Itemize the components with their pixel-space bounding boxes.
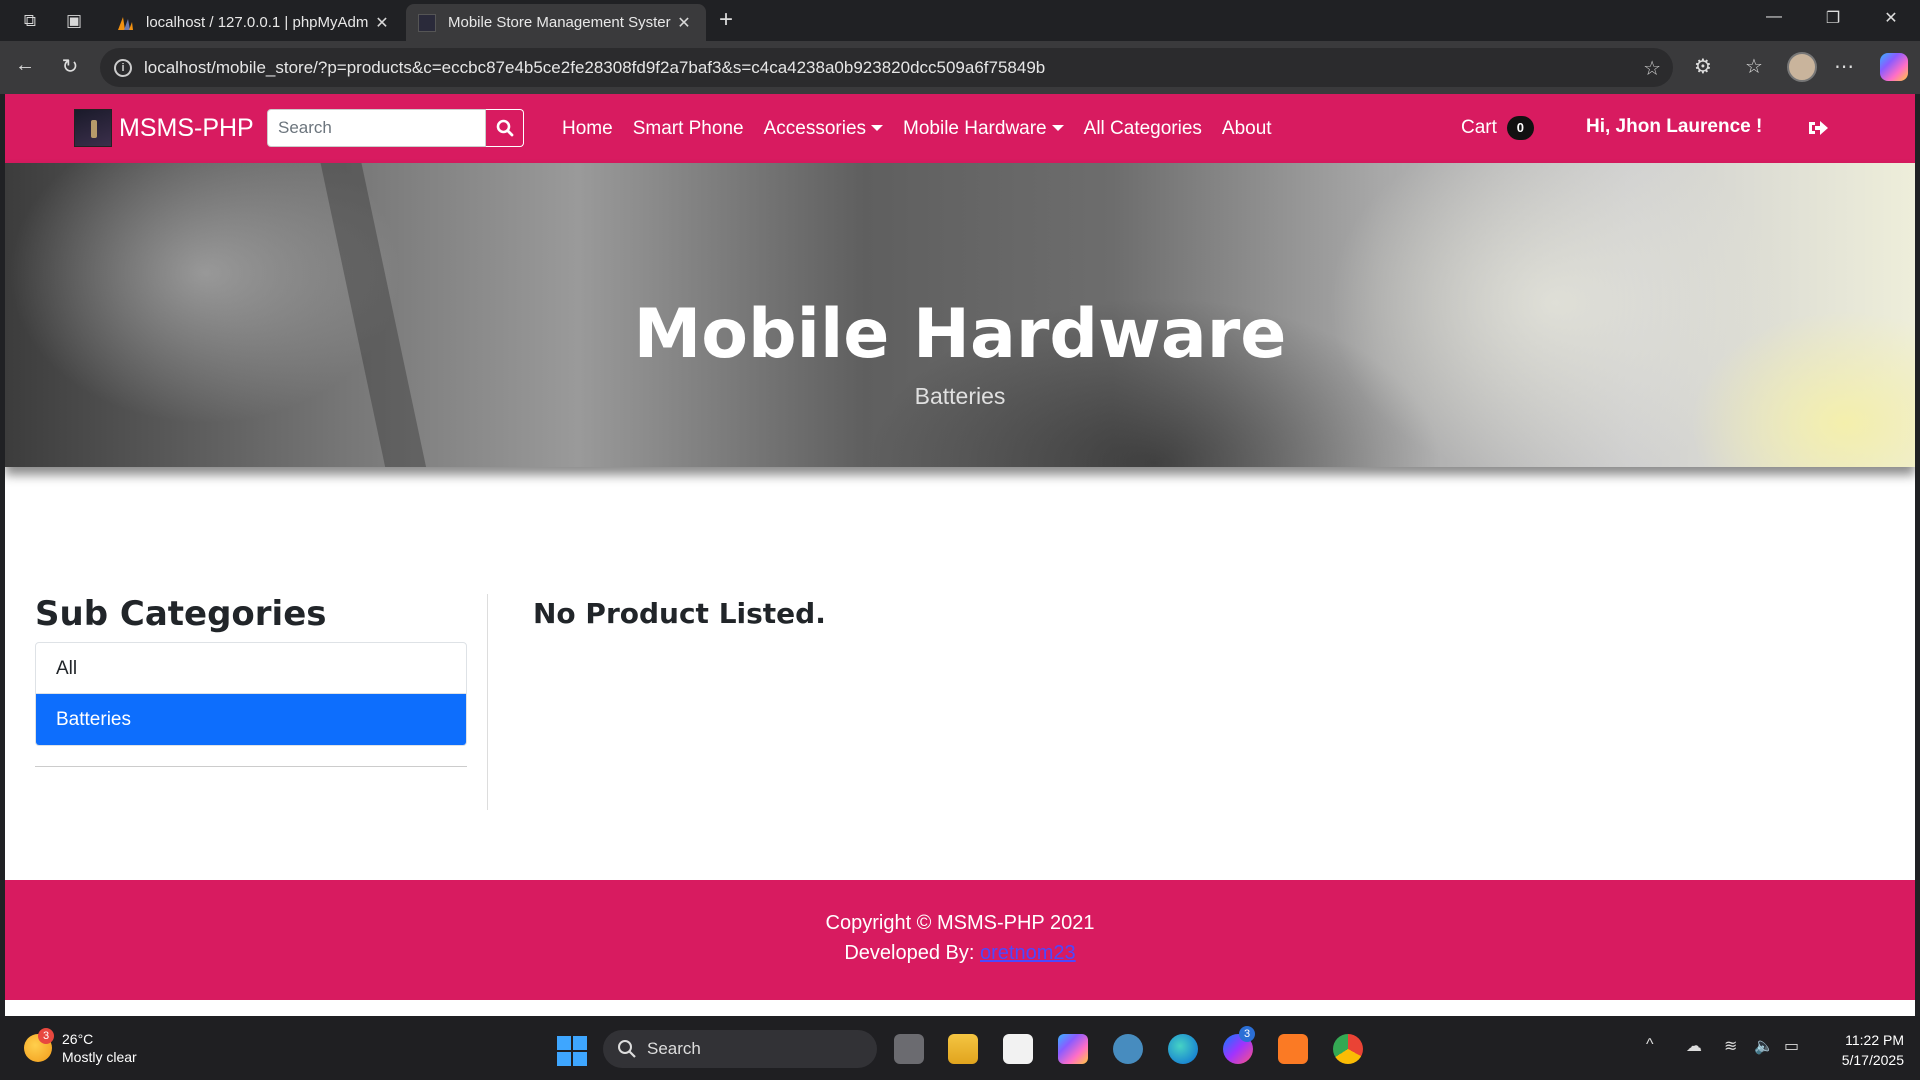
site-footer: Copyright © MSMS-PHP 2021 Developed By: … (5, 880, 1915, 1000)
sub-categories-panel: Sub Categories All Batteries (35, 594, 488, 810)
sub-category-batteries[interactable]: Batteries (36, 694, 466, 745)
godot-icon[interactable] (1113, 1034, 1143, 1064)
taskbar: 3 26°C Mostly clear Search 3 ^ ☁ ≋ 🔈 ▭ 1… (0, 1016, 1920, 1080)
tab-phpmyadmin[interactable]: localhost / 127.0.0.1 | phpMyAdm ✕ (104, 4, 404, 41)
profile-avatar[interactable] (1787, 52, 1817, 82)
browser-toolbar: ← ↻ i localhost/mobile_store/?p=products… (0, 41, 1920, 94)
wifi-icon[interactable]: ≋ (1724, 1036, 1737, 1056)
site-navbar: MSMS-PHP Home Smart Phone Accessories Mo… (5, 94, 1915, 163)
phpmyadmin-favicon-icon (118, 16, 133, 30)
onedrive-icon[interactable]: ☁ (1686, 1036, 1702, 1056)
developer-link[interactable]: oretnom23 (980, 942, 1076, 964)
page-subtitle: Batteries (914, 383, 1006, 409)
menu-label: Mobile Hardware (903, 117, 1047, 139)
sub-categories-list: All Batteries (35, 642, 467, 746)
menu-mobile-hardware[interactable]: Mobile Hardware (903, 118, 1064, 140)
weather-desc: Mostly clear (62, 1049, 137, 1065)
hero-banner: Mobile Hardware Batteries (5, 163, 1915, 467)
brand-name[interactable]: MSMS-PHP (119, 114, 254, 143)
url-text[interactable]: localhost/mobile_store/?p=products&c=ecc… (144, 58, 1045, 78)
menu-smart-phone[interactable]: Smart Phone (633, 118, 744, 140)
page-title: Mobile Hardware (633, 295, 1287, 374)
battery-icon[interactable]: ▭ (1784, 1036, 1799, 1056)
cart-link[interactable]: Cart 0 (1461, 116, 1534, 140)
copilot-icon[interactable] (1880, 53, 1908, 81)
close-window-icon[interactable]: ✕ (1876, 8, 1906, 28)
messenger-icon[interactable]: 3 (1223, 1026, 1255, 1064)
main-menu: Home Smart Phone Accessories Mobile Hard… (562, 94, 1292, 163)
developed-by-label: Developed By: (844, 942, 975, 964)
site-search (267, 109, 524, 147)
start-button[interactable] (557, 1036, 587, 1066)
web-page: MSMS-PHP Home Smart Phone Accessories Mo… (5, 94, 1915, 1016)
user-greeting[interactable]: Hi, Jhon Laurence ! (1586, 116, 1762, 138)
more-menu-icon[interactable]: ⋯ (1830, 54, 1858, 79)
weather-temp: 26°C (62, 1031, 94, 1047)
minimize-icon[interactable]: — (1759, 8, 1789, 26)
divider (35, 766, 467, 767)
volume-muted-icon[interactable]: 🔈 (1754, 1036, 1774, 1056)
favorites-icon[interactable]: ☆ (1740, 54, 1768, 79)
menu-label: Accessories (763, 117, 867, 139)
menu-about[interactable]: About (1222, 118, 1272, 140)
developer-line: Developed By: oretnom23 (5, 942, 1915, 965)
empty-products-message: No Product Listed. (533, 597, 826, 630)
weather-badge: 3 (38, 1028, 54, 1044)
clock-date: 5/17/2025 (1841, 1052, 1904, 1068)
reload-icon[interactable]: ↻ (56, 54, 84, 79)
weather-widget[interactable]: 3 26°C Mostly clear (24, 1028, 137, 1066)
new-tab-icon[interactable]: + (712, 6, 740, 34)
tab-title: localhost / 127.0.0.1 | phpMyAdm (146, 14, 369, 31)
chrome-icon[interactable] (1333, 1034, 1363, 1064)
back-icon[interactable]: ← (11, 54, 39, 77)
edge-browser-icon[interactable] (1168, 1034, 1198, 1064)
caret-down-icon (1051, 125, 1064, 132)
clock-time: 11:22 PM (1845, 1032, 1904, 1048)
copyright-text: Copyright © MSMS-PHP 2021 (825, 912, 1095, 934)
messenger-badge: 3 (1239, 1026, 1255, 1042)
logout-icon[interactable] (1807, 118, 1829, 138)
tab-title: Mobile Store Management Syster (448, 14, 671, 31)
search-icon (618, 1040, 636, 1058)
clock[interactable]: 11:22 PM 5/17/2025 (1822, 1030, 1904, 1070)
workspaces-icon[interactable]: ⧉ (17, 8, 43, 34)
microsoft-store-icon[interactable] (1003, 1034, 1033, 1064)
xampp-icon[interactable] (1278, 1034, 1308, 1064)
menu-home[interactable]: Home (562, 118, 613, 140)
taskbar-search-label: Search (647, 1039, 701, 1058)
browser-tab-bar: ⧉ ▣ localhost / 127.0.0.1 | phpMyAdm ✕ M… (0, 0, 1920, 41)
cart-label: Cart (1461, 117, 1497, 138)
close-tab-icon[interactable]: ✕ (674, 13, 694, 33)
address-bar[interactable]: i localhost/mobile_store/?p=products&c=e… (100, 48, 1673, 87)
task-view-icon[interactable] (894, 1034, 924, 1064)
close-tab-icon[interactable]: ✕ (372, 13, 392, 33)
extensions-icon[interactable]: ⚙ (1689, 54, 1717, 79)
file-explorer-icon[interactable] (948, 1034, 978, 1064)
caret-down-icon (871, 125, 884, 132)
site-info-icon[interactable]: i (114, 58, 132, 77)
menu-accessories[interactable]: Accessories (763, 117, 884, 140)
show-hidden-icons-icon[interactable]: ^ (1646, 1036, 1654, 1054)
search-input[interactable] (267, 109, 486, 147)
cart-count-badge: 0 (1506, 116, 1534, 140)
restore-icon[interactable]: ❐ (1818, 8, 1848, 28)
weather-icon: 3 (24, 1028, 54, 1062)
menu-all-categories[interactable]: All Categories (1084, 118, 1202, 140)
sub-category-all[interactable]: All (36, 643, 466, 694)
copilot-app-icon[interactable] (1058, 1034, 1088, 1064)
brand-logo (74, 109, 112, 147)
site-favicon-icon (418, 13, 436, 32)
favorite-star-icon[interactable]: ☆ (1643, 56, 1661, 81)
search-button[interactable] (486, 109, 524, 147)
search-icon (496, 119, 513, 137)
tab-mobile-store[interactable]: Mobile Store Management Syster ✕ (406, 4, 706, 41)
sub-categories-heading: Sub Categories (35, 594, 327, 634)
taskbar-search[interactable]: Search (603, 1030, 877, 1068)
tab-actions-icon[interactable]: ▣ (61, 8, 87, 34)
brand[interactable]: MSMS-PHP (74, 109, 254, 147)
